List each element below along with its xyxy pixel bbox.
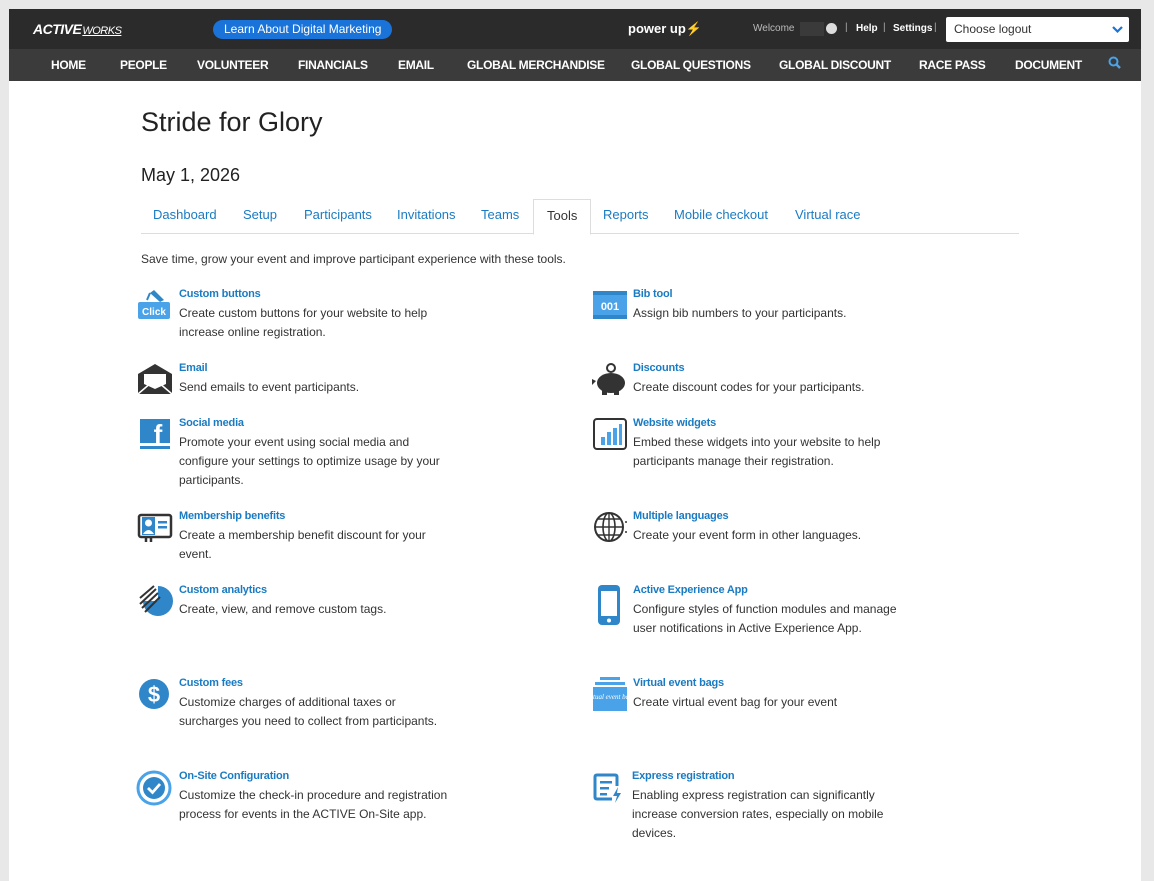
nav-global-discount[interactable]: GLOBAL DISCOUNT [779,58,891,72]
search-icon[interactable] [1107,55,1123,71]
logo-main-text: ACTIVE [33,21,82,37]
logout-select[interactable]: Choose logout [946,17,1129,42]
learn-digital-marketing-button[interactable]: Learn About Digital Marketing [213,20,393,39]
tool-description: Enabling express registration can signif… [632,788,884,840]
lightning-icon: ⚡ [685,21,702,36]
tool-description: Create discount codes for your participa… [633,380,865,394]
tool-name[interactable]: Email [179,362,208,374]
powerup-logo[interactable]: power up⚡ [628,21,702,37]
svg-text:f: f [154,419,163,449]
tool-name[interactable]: Social media [179,417,244,429]
globe-icon [590,510,628,544]
powerup-text: power up [628,21,686,36]
tool-name[interactable]: Custom fees [179,677,243,689]
tool-name[interactable]: Express registration [632,770,735,782]
facebook-icon: f [136,417,174,451]
tool-description: Create your event form in other language… [633,528,862,542]
mobile-phone-icon [590,584,628,625]
user-name-box [800,22,824,36]
bar-chart-icon [590,417,628,451]
tab-invitations[interactable]: Invitations [397,207,456,222]
checkmark-circle-icon [136,770,174,806]
tools-intro: Save time, grow your event and improve p… [141,252,566,266]
tool-name[interactable]: Virtual event bags [633,677,724,689]
help-link[interactable]: Help [856,23,878,34]
tab-setup[interactable]: Setup [243,207,277,222]
bib-number-icon: 001 [590,288,628,322]
pie-chart-icon [136,584,174,618]
separator: | [845,22,848,33]
tab-participants[interactable]: Participants [304,207,372,222]
settings-link[interactable]: Settings [893,23,932,34]
tool-name[interactable]: Bib tool [633,288,673,300]
tab-tools[interactable]: Tools [533,199,592,235]
express-form-icon [589,770,627,804]
event-title: Stride for Glory [141,107,323,137]
membership-card-icon [136,510,174,544]
tool-description: Create custom buttons for your website t… [179,306,428,339]
tab-dashboard[interactable]: Dashboard [153,207,217,222]
top-bar: ACTIVEWORKS Learn About Digital Marketin… [9,9,1141,49]
separator: | [883,22,886,33]
welcome-label: Welcome [753,23,795,34]
tab-reports[interactable]: Reports [603,207,649,222]
tab-teams[interactable]: Teams [481,207,519,222]
globe-small-icon[interactable] [826,23,837,34]
piggy-bank-icon [590,362,628,396]
tool-name[interactable]: Multiple languages [633,510,729,522]
svg-text:$: $ [148,682,160,707]
tool-description: Embed these widgets into your website to… [633,435,881,468]
logo-sub-text: WORKS [82,25,122,37]
tool-description: Promote your event using social media an… [179,435,440,487]
envelope-icon [136,362,174,396]
tool-name[interactable]: On-Site Configuration [179,770,289,782]
tool-name[interactable]: Custom buttons [179,288,261,300]
nav-global-questions[interactable]: GLOBAL QUESTIONS [631,58,751,72]
dollar-icon: $ [136,677,174,711]
tool-name[interactable]: Discounts [633,362,685,374]
tool-name[interactable]: Membership benefits [179,510,285,522]
svg-text:Virtual event bags: Virtual event bags [590,693,628,701]
nav-people[interactable]: PEOPLE [120,58,167,72]
tool-description: Create virtual event bag for your event [633,695,838,709]
tab-virtual-race[interactable]: Virtual race [795,207,861,222]
event-date: May 1, 2026 [141,165,241,185]
tool-name[interactable]: Website widgets [633,417,716,429]
chevron-down-icon [1112,17,1123,52]
click-button-icon: Click [136,288,174,322]
tool-name[interactable]: Custom analytics [179,584,267,596]
nav-race-pass[interactable]: RACE PASS [919,58,986,72]
tool-description: Customize the check-in procedure and reg… [179,788,448,821]
tool-name[interactable]: Active Experience App [633,584,748,596]
virtual-bag-icon: Virtual event bags [585,677,636,711]
tool-description: Configure styles of function modules and… [633,602,897,635]
nav-document[interactable]: DOCUMENT [1015,58,1082,72]
active-works-logo[interactable]: ACTIVEWORKS [33,21,122,37]
app-window: ACTIVEWORKS Learn About Digital Marketin… [9,9,1141,881]
nav-home[interactable]: HOME [51,58,86,72]
event-tabs: Dashboard Setup Participants Invitations… [141,199,1019,235]
nav-email[interactable]: EMAIL [398,58,434,72]
logout-select-value: Choose logout [954,22,1032,36]
nav-financials[interactable]: FINANCIALS [298,58,368,72]
main-nav: HOME PEOPLE VOLUNTEER FINANCIALS EMAIL G… [9,49,1141,81]
tab-mobile-checkout[interactable]: Mobile checkout [674,207,768,222]
nav-global-merchandise[interactable]: GLOBAL MERCHANDISE [467,58,605,72]
nav-volunteer[interactable]: VOLUNTEER [197,58,269,72]
svg-text:Click: Click [142,307,166,318]
tool-description: Customize charges of additional taxes or… [179,695,438,728]
tool-description: Assign bib numbers to your participants. [633,306,847,320]
tool-description: Create a membership benefit discount for… [179,528,426,561]
svg-text:001: 001 [601,301,619,313]
separator: | [934,22,937,33]
tool-description: Create, view, and remove custom tags. [179,602,387,616]
tool-description: Send emails to event participants. [179,380,360,394]
